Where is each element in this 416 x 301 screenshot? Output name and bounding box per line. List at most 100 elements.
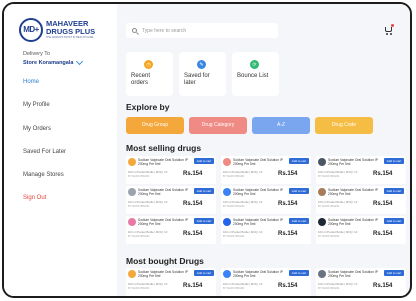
- product-card[interactable]: Sodium Valproate Oral Solution IP 200mg …: [221, 216, 311, 244]
- add-to-cart-button[interactable]: Add to cart: [384, 218, 404, 224]
- product-brand: BY MARK BRAND: [318, 287, 340, 290]
- sidebar-item-my-profile[interactable]: My Profile: [23, 99, 113, 122]
- product-pack-info: 100 ml Pocket Bottle | MOQ: 10: [318, 230, 358, 234]
- product-image: [318, 158, 326, 166]
- product-pack-info: 100 ml Pocket Bottle | MOQ: 10: [223, 170, 263, 174]
- product-pack-info: 100 ml Pocket Bottle | MOQ: 10: [318, 170, 358, 174]
- product-row: Sodium Valproate Oral Solution IP 200mg …: [126, 216, 410, 246]
- add-to-cart-button[interactable]: Add to cart: [384, 270, 404, 276]
- add-to-cart-button[interactable]: Add to cart: [289, 188, 309, 194]
- add-to-cart-button[interactable]: Add to cart: [289, 158, 309, 164]
- product-card[interactable]: Sodium Valproate Oral Solution IP 200mg …: [126, 268, 216, 296]
- add-to-cart-button[interactable]: Add to cart: [194, 188, 214, 194]
- store-name: Store Koramangala: [23, 60, 74, 66]
- bookmark-icon: ✎: [197, 60, 206, 69]
- product-name: Sodium Valproate Oral Solution IP 200mg …: [138, 188, 188, 196]
- cart-button[interactable]: [384, 24, 394, 35]
- product-brand: BY MARK BRAND: [223, 287, 245, 290]
- product-price: Rs.154: [278, 231, 298, 237]
- product-card[interactable]: Sodium Valproate Oral Solution IP 200mg …: [316, 186, 406, 214]
- product-brand: BY MARK BRAND: [223, 205, 245, 208]
- product-name: Sodium Valproate Oral Solution IP 200mg …: [328, 158, 378, 166]
- add-to-cart-button[interactable]: Add to cart: [384, 188, 404, 194]
- product-brand: BY MARK BRAND: [128, 235, 150, 238]
- product-name: Sodium Valproate Oral Solution IP 200mg …: [138, 270, 188, 278]
- clock-icon: ◷: [144, 60, 153, 69]
- product-price: Rs.154: [183, 171, 203, 177]
- product-card[interactable]: Sodium Valproate Oral Solution IP 200mg …: [316, 156, 406, 184]
- delivery-label: Delivery To: [23, 51, 51, 57]
- sidebar: MD+ MAHAVEER DRUGS PLUS THE WORLD'S TRUS…: [4, 4, 117, 296]
- sidebar-item-saved-for-later[interactable]: Saved For Later: [23, 146, 113, 169]
- product-brand: BY MARK BRAND: [128, 175, 150, 178]
- product-price: Rs.154: [183, 231, 203, 237]
- add-to-cart-button[interactable]: Add to cart: [384, 158, 404, 164]
- explore-a-z-button[interactable]: A-Z: [252, 117, 310, 134]
- product-name: Sodium Valproate Oral Solution IP 200mg …: [233, 218, 283, 226]
- product-card[interactable]: Sodium Valproate Oral Solution IP 200mg …: [221, 268, 311, 296]
- product-brand: BY MARK BRAND: [318, 235, 340, 238]
- product-card[interactable]: Sodium Valproate Oral Solution IP 200mg …: [221, 186, 311, 214]
- logo-name-line2: DRUGS PLUS: [46, 27, 96, 36]
- product-card[interactable]: Sodium Valproate Oral Solution IP 200mg …: [126, 216, 216, 244]
- product-image: [223, 158, 231, 166]
- product-brand: BY MARK BRAND: [128, 287, 150, 290]
- product-brand: BY MARK BRAND: [223, 235, 245, 238]
- product-price: Rs.154: [373, 201, 393, 207]
- product-card[interactable]: Sodium Valproate Oral Solution IP 200mg …: [316, 216, 406, 244]
- most-bought-title: Most bought Drugs: [126, 256, 204, 266]
- product-pack-info: 100 ml Pocket Bottle | MOQ: 10: [223, 200, 263, 204]
- product-card[interactable]: Sodium Valproate Oral Solution IP 200mg …: [316, 268, 406, 296]
- logo-mark: MD+: [19, 18, 43, 42]
- product-brand: BY MARK BRAND: [128, 205, 150, 208]
- chevron-down-icon: [76, 57, 84, 66]
- sidebar-item-sign-out[interactable]: Sign Out: [23, 192, 113, 215]
- quick-link-recent-orders[interactable]: ◷ Recent orders: [126, 52, 173, 96]
- product-brand: BY MARK BRAND: [223, 175, 245, 178]
- product-name: Sodium Valproate Oral Solution IP 200mg …: [233, 158, 283, 166]
- product-pack-info: 100 ml Pocket Bottle | MOQ: 10: [223, 282, 263, 286]
- product-image: [318, 218, 326, 226]
- cart-icon: [385, 27, 392, 32]
- top-bar: Type here to search: [117, 4, 410, 40]
- quick-link-saved-for-later[interactable]: ✎ Saved for later: [179, 52, 226, 96]
- add-to-cart-button[interactable]: Add to cart: [194, 270, 214, 276]
- add-to-cart-button[interactable]: Add to cart: [289, 270, 309, 276]
- quick-link-bounce-list[interactable]: ⟳ Bounce List: [232, 52, 279, 96]
- explore-drug-code-button[interactable]: Drug Code: [315, 117, 373, 134]
- product-card[interactable]: Sodium Valproate Oral Solution IP 200mg …: [126, 186, 216, 214]
- store-selector[interactable]: Store Koramangala: [23, 57, 84, 66]
- product-image: [128, 188, 136, 196]
- product-name: Sodium Valproate Oral Solution IP 200mg …: [328, 270, 378, 278]
- product-card[interactable]: Sodium Valproate Oral Solution IP 200mg …: [221, 156, 311, 184]
- app-window: MD+ MAHAVEER DRUGS PLUS THE WORLD'S TRUS…: [2, 2, 412, 298]
- brand-logo[interactable]: MD+ MAHAVEER DRUGS PLUS THE WORLD'S TRUS…: [19, 18, 111, 42]
- search-input[interactable]: Type here to search: [126, 23, 278, 38]
- product-image: [223, 188, 231, 196]
- sidebar-item-home[interactable]: Home: [23, 76, 113, 99]
- product-image: [318, 188, 326, 196]
- search-icon: [132, 28, 137, 33]
- refresh-icon: ⟳: [250, 60, 259, 69]
- product-name: Sodium Valproate Oral Solution IP 200mg …: [328, 188, 378, 196]
- most-selling-title: Most selling drugs: [126, 143, 202, 153]
- product-row: Sodium Valproate Oral Solution IP 200mg …: [126, 268, 410, 296]
- product-card[interactable]: Sodium Valproate Oral Solution IP 200mg …: [126, 156, 216, 184]
- explore-drug-category-button[interactable]: Drug Category: [189, 117, 247, 134]
- logo-tagline: THE WORLD'S TRUST IN HEALTH CARE: [46, 36, 94, 39]
- quick-links: ◷ Recent orders ✎ Saved for later ⟳ Boun…: [126, 52, 279, 96]
- product-brand: BY MARK BRAND: [318, 205, 340, 208]
- product-name: Sodium Valproate Oral Solution IP 200mg …: [233, 270, 283, 278]
- sidebar-item-my-orders[interactable]: My Orders: [23, 123, 113, 146]
- add-to-cart-button[interactable]: Add to cart: [289, 218, 309, 224]
- sidebar-item-manage-stores[interactable]: Manage Stores: [23, 169, 113, 192]
- explore-drug-group-button[interactable]: Drug Group: [126, 117, 184, 134]
- product-image: [223, 270, 231, 278]
- product-pack-info: 100 ml Pocket Bottle | MOQ: 10: [318, 200, 358, 204]
- most-selling-grid: Sodium Valproate Oral Solution IP 200mg …: [126, 156, 410, 246]
- product-price: Rs.154: [373, 283, 393, 289]
- product-image: [128, 270, 136, 278]
- add-to-cart-button[interactable]: Add to cart: [194, 218, 214, 224]
- explore-options: Drug Group Drug Category A-Z Drug Code: [126, 117, 373, 134]
- add-to-cart-button[interactable]: Add to cart: [194, 158, 214, 164]
